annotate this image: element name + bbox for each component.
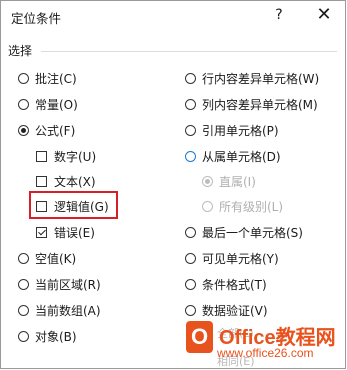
option-label: 当前区域(R) [35, 277, 101, 292]
checkbox-icon[interactable] [36, 175, 47, 187]
option-row-differences[interactable]: 行内容差异单元格(W) [185, 69, 319, 87]
radio-icon[interactable] [185, 304, 196, 316]
radio-selected-icon[interactable] [18, 124, 29, 136]
option-label: 从属单元格(D) [202, 149, 281, 164]
option-label: 列内容差异单元格(M) [202, 97, 318, 112]
radio-icon[interactable] [18, 72, 29, 84]
option-label: 批注(C) [35, 71, 77, 86]
highlight-box [29, 191, 118, 219]
option-last-cell[interactable]: 最后一个单元格(S) [185, 223, 303, 241]
option-label: 空值(K) [35, 251, 77, 266]
option-all-levels: 所有级别(L) [202, 197, 283, 215]
checkbox-checked-icon[interactable] [36, 226, 47, 238]
radio-icon[interactable] [18, 304, 29, 316]
checkbox-icon[interactable] [36, 150, 47, 162]
checkbox-text[interactable]: 文本(X) [36, 172, 96, 190]
go-to-special-dialog: 定位条件 ? ✕ 选择 批注(C) 常量(O) 公式(F) 数字(U) 文本(X… [0, 0, 346, 369]
option-blanks[interactable]: 空值(K) [18, 249, 76, 267]
option-label: 数据验证(V) [202, 303, 268, 318]
radio-icon[interactable] [185, 124, 196, 136]
option-label: 所有级别(L) [219, 199, 284, 214]
checkbox-label: 错误(E) [54, 225, 95, 240]
checkbox-numbers[interactable]: 数字(U) [36, 147, 96, 165]
option-label: 对象(B) [35, 329, 77, 344]
option-direct-only: 直属(I) [202, 172, 256, 190]
option-label: 公式(F) [35, 123, 76, 138]
radio-disabled-icon [202, 175, 213, 187]
option-dependents[interactable]: 从属单元格(D) [185, 147, 281, 165]
option-label: 可见单元格(Y) [202, 251, 279, 266]
radio-icon[interactable] [185, 278, 196, 290]
option-label: 直属(I) [219, 174, 256, 189]
close-button[interactable]: ✕ [313, 5, 335, 25]
radio-icon[interactable] [18, 98, 29, 110]
option-label: 常量(O) [35, 97, 78, 112]
radio-icon[interactable] [18, 252, 29, 264]
radio-icon[interactable] [185, 72, 196, 84]
radio-icon[interactable] [18, 278, 29, 290]
watermark-url: www.office26.com [217, 346, 314, 360]
checkbox-label: 文本(X) [54, 174, 96, 189]
option-label: 最后一个单元格(S) [202, 225, 303, 240]
radio-focused-icon[interactable] [185, 150, 196, 162]
option-label: 行内容差异单元格(W) [202, 71, 320, 86]
option-label: 当前数组(A) [35, 303, 101, 318]
radio-disabled-icon [202, 200, 213, 212]
radio-icon[interactable] [185, 98, 196, 110]
dialog-title: 定位条件 [11, 11, 62, 26]
office-logo-icon: O [186, 321, 213, 353]
checkbox-errors[interactable]: 错误(E) [36, 223, 95, 241]
option-formulas[interactable]: 公式(F) [18, 121, 75, 139]
option-data-validation[interactable]: 数据验证(V) [185, 301, 268, 319]
option-label: 条件格式(T) [202, 277, 267, 292]
radio-icon[interactable] [185, 252, 196, 264]
option-constants[interactable]: 常量(O) [18, 95, 78, 113]
option-precedents[interactable]: 引用单元格(P) [185, 121, 279, 139]
radio-icon[interactable] [18, 330, 29, 342]
option-current-array[interactable]: 当前数组(A) [18, 301, 101, 319]
option-current-region[interactable]: 当前区域(R) [18, 275, 101, 293]
option-comments[interactable]: 批注(C) [18, 69, 77, 87]
checkbox-label: 数字(U) [54, 149, 97, 164]
option-column-differences[interactable]: 列内容差异单元格(M) [185, 95, 318, 113]
option-visible-cells[interactable]: 可见单元格(Y) [185, 249, 279, 267]
select-group-label: 选择 [8, 44, 33, 58]
help-button[interactable]: ? [269, 5, 289, 25]
option-label: 引用单元格(P) [202, 123, 279, 138]
option-conditional-formats[interactable]: 条件格式(T) [185, 275, 267, 293]
radio-icon[interactable] [185, 226, 196, 238]
group-divider [41, 51, 337, 52]
option-objects[interactable]: 对象(B) [18, 327, 77, 345]
